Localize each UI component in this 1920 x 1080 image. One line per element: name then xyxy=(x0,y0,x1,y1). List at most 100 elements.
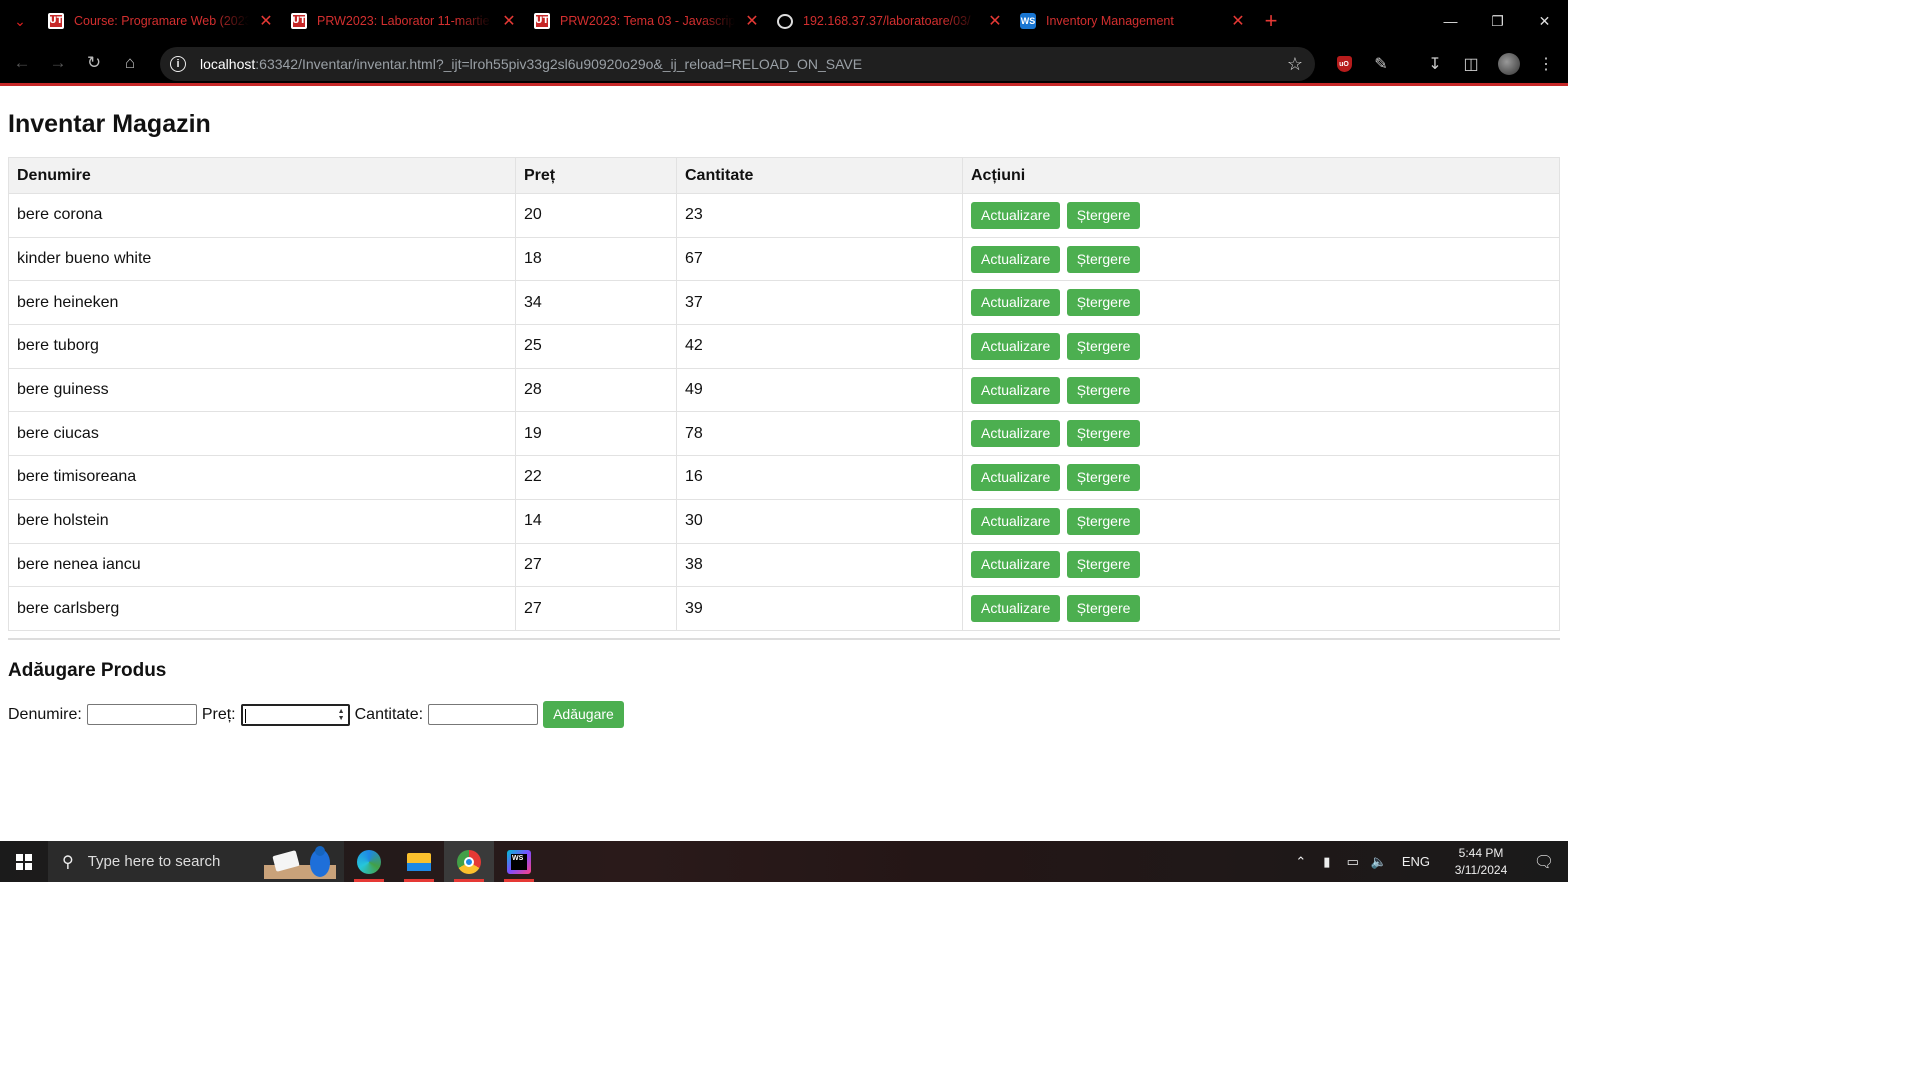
product-name-cell: bere tuborg xyxy=(8,324,516,369)
windows-logo-icon xyxy=(16,853,32,870)
update-button[interactable]: Actualizare xyxy=(971,376,1061,404)
language-indicator[interactable]: ENG xyxy=(1402,854,1430,869)
update-button[interactable]: Actualizare xyxy=(971,507,1061,535)
price-cell: 34 xyxy=(515,280,677,326)
quantity-cell: 30 xyxy=(676,498,963,544)
home-icon[interactable]: ⌂ xyxy=(112,45,148,81)
tab-close-icon[interactable]: ✕ xyxy=(500,11,518,31)
browser-tab[interactable]: UT PRW2023: Tema 03 - Javascript ✕ xyxy=(526,0,769,42)
browser-tab-active[interactable]: WS Inventory Management ✕ xyxy=(1012,0,1255,42)
notification-icon[interactable]: 🗨 xyxy=(1520,852,1568,872)
clock-time: 5:44 PM xyxy=(1458,845,1504,860)
tab-title: Inventory Management xyxy=(1046,14,1174,28)
taskbar-search-box[interactable]: ⚲ Type here to search xyxy=(48,841,344,882)
university-icon: UT xyxy=(48,13,64,29)
new-tab-button[interactable]: + xyxy=(1255,8,1287,34)
clock[interactable]: 5:44 PM 3/11/2024 xyxy=(1442,845,1520,879)
browser-tab[interactable]: 192.168.37.37/laboratoare/03/ ✕ xyxy=(769,0,1012,42)
price-cell: 18 xyxy=(515,236,677,282)
tab-title: Course: Programare Web (2023 xyxy=(74,14,249,28)
battery-icon[interactable]: ▮ xyxy=(1315,854,1339,870)
spinner-icon[interactable]: ▲ ▼ xyxy=(338,708,345,722)
network-icon[interactable]: ▭ xyxy=(1341,854,1365,870)
quantity-label: Cantitate: xyxy=(354,705,424,723)
quantity-cell: 42 xyxy=(676,324,963,369)
update-button[interactable]: Actualizare xyxy=(971,463,1061,491)
tab-close-icon[interactable]: ✕ xyxy=(986,11,1004,31)
table-row: bere heineken 34 37 Actualizare Ștergere xyxy=(8,280,1560,326)
browser-tab[interactable]: UT Course: Programare Web (2023 ✕ xyxy=(40,0,283,42)
url-path: :63342/Inventar/inventar.html?_ijt=lroh5… xyxy=(255,56,863,72)
reload-icon[interactable]: ↻ xyxy=(76,45,112,81)
delete-button[interactable]: Ștergere xyxy=(1066,463,1141,491)
ublock-icon[interactable]: uO xyxy=(1330,50,1358,78)
actions-cell: Actualizare Ștergere xyxy=(962,236,1560,282)
bookmark-star-icon[interactable]: ☆ xyxy=(1287,54,1303,75)
price-cell: 22 xyxy=(515,455,677,500)
price-input[interactable]: ▲ ▼ xyxy=(240,703,350,726)
back-icon[interactable]: ← xyxy=(4,45,40,81)
actions-cell: Actualizare Ștergere xyxy=(962,367,1560,413)
update-button[interactable]: Actualizare xyxy=(971,332,1061,360)
close-window-icon[interactable]: ✕ xyxy=(1521,0,1568,42)
taskbar-file-explorer[interactable] xyxy=(394,841,444,882)
table-row: bere nenea iancu 27 38 Actualizare Ștergere xyxy=(8,542,1560,588)
update-button[interactable]: Actualizare xyxy=(971,201,1061,229)
side-panel-icon[interactable]: ◫ xyxy=(1457,50,1485,78)
webstorm-icon: WS xyxy=(507,849,531,874)
product-name-cell: bere nenea iancu xyxy=(8,542,516,588)
price-label: Preț: xyxy=(201,705,236,723)
tab-search-icon[interactable]: ⌄ xyxy=(0,0,40,42)
taskbar-webstorm[interactable]: WS xyxy=(494,841,544,882)
tab-close-icon[interactable]: ✕ xyxy=(1229,11,1247,31)
delete-button[interactable]: Ștergere xyxy=(1066,376,1141,404)
update-button[interactable]: Actualizare xyxy=(971,595,1061,623)
file-explorer-icon xyxy=(407,852,431,871)
taskbar-edge[interactable] xyxy=(344,841,394,882)
tab-close-icon[interactable]: ✕ xyxy=(257,11,275,31)
download-icon[interactable]: ↧ xyxy=(1421,50,1449,78)
extensions-icon[interactable]: ✎ xyxy=(1367,50,1395,78)
browser-tab[interactable]: UT PRW2023: Laborator 11-martie ✕ xyxy=(283,0,526,42)
update-button[interactable]: Actualizare xyxy=(971,420,1061,448)
delete-button[interactable]: Ștergere xyxy=(1066,332,1141,360)
add-product-button[interactable]: Adăugare xyxy=(543,701,624,728)
restore-icon[interactable]: ❐ xyxy=(1474,0,1521,42)
quantity-input[interactable] xyxy=(428,704,539,725)
price-cell: 19 xyxy=(515,411,677,457)
update-button[interactable]: Actualizare xyxy=(971,551,1061,579)
profile-avatar[interactable] xyxy=(1495,50,1523,78)
search-placeholder: Type here to search xyxy=(87,853,221,870)
web-page: Inventar Magazin Denumire Preț Cantitate… xyxy=(0,89,1568,841)
delete-button[interactable]: Ștergere xyxy=(1066,551,1141,579)
table-row: bere corona 20 23 Actualizare Ștergere xyxy=(8,193,1560,238)
delete-button[interactable]: Ștergere xyxy=(1066,507,1141,535)
system-tray: ⌃ ▮ ▭ 🔈 ENG 5:44 PM 3/11/2024 🗨 xyxy=(1288,841,1568,882)
address-bar[interactable]: i localhost:63342/Inventar/inventar.html… xyxy=(160,47,1315,81)
quantity-cell: 78 xyxy=(676,411,963,457)
delete-button[interactable]: Ștergere xyxy=(1066,595,1141,623)
delete-button[interactable]: Ștergere xyxy=(1066,420,1141,448)
forward-icon[interactable]: → xyxy=(40,45,76,81)
name-input[interactable] xyxy=(86,704,197,725)
windows-taskbar: ⚲ Type here to search WS ⌃ ▮ ▭ 🔈 ENG 5:4… xyxy=(0,841,1568,882)
chevron-up-icon[interactable]: ⌃ xyxy=(1289,854,1313,870)
menu-kebab-icon[interactable]: ⋮ xyxy=(1532,50,1560,78)
product-name-cell: bere timisoreana xyxy=(8,455,516,500)
start-button[interactable] xyxy=(0,841,48,882)
url-host: localhost xyxy=(200,56,256,72)
browser-toolbar: ← → ↻ ⌂ i localhost:63342/Inventar/inven… xyxy=(0,42,1568,86)
divider xyxy=(8,638,1560,640)
update-button[interactable]: Actualizare xyxy=(971,245,1061,273)
taskbar-chrome[interactable] xyxy=(444,841,494,882)
tab-close-icon[interactable]: ✕ xyxy=(743,11,761,31)
url-text[interactable]: localhost:63342/Inventar/inventar.html?_… xyxy=(200,56,862,72)
minimize-icon[interactable]: — xyxy=(1427,0,1474,42)
delete-button[interactable]: Ștergere xyxy=(1066,289,1141,317)
update-button[interactable]: Actualizare xyxy=(971,289,1061,317)
volume-muted-icon[interactable]: 🔈 xyxy=(1367,854,1391,870)
chrome-icon xyxy=(457,849,481,874)
delete-button[interactable]: Ștergere xyxy=(1066,245,1141,273)
site-info-icon[interactable]: i xyxy=(162,56,194,72)
delete-button[interactable]: Ștergere xyxy=(1066,201,1141,229)
